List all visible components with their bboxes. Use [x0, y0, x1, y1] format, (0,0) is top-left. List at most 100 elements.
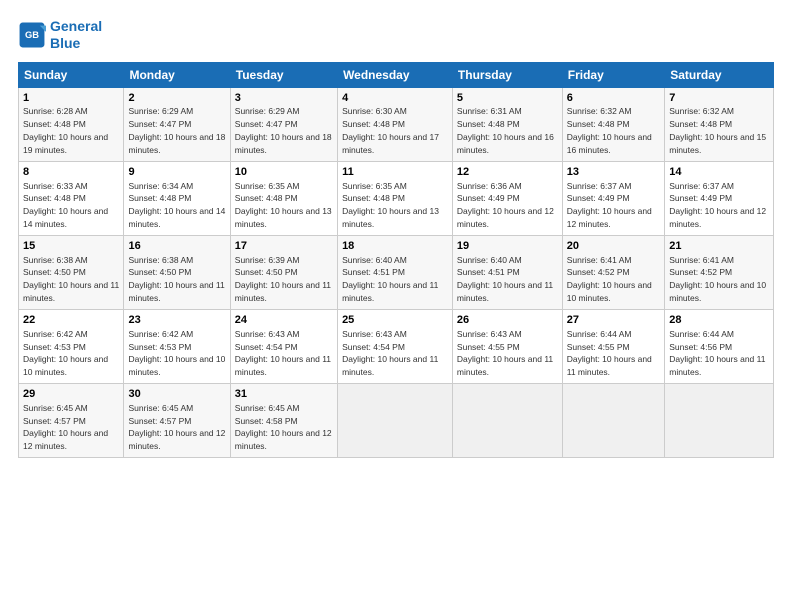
day-info: Sunrise: 6:35 AMSunset: 4:48 PMDaylight:…	[235, 181, 332, 229]
calendar-day-cell	[452, 383, 562, 457]
day-info: Sunrise: 6:41 AMSunset: 4:52 PMDaylight:…	[567, 255, 652, 303]
header: GB General Blue	[18, 18, 774, 52]
logo-icon: GB	[18, 21, 46, 49]
calendar-day-cell: 26Sunrise: 6:43 AMSunset: 4:55 PMDayligh…	[452, 309, 562, 383]
calendar-day-cell: 24Sunrise: 6:43 AMSunset: 4:54 PMDayligh…	[230, 309, 337, 383]
day-number: 11	[342, 165, 448, 180]
day-number: 18	[342, 239, 448, 254]
day-number: 17	[235, 239, 333, 254]
day-info: Sunrise: 6:39 AMSunset: 4:50 PMDaylight:…	[235, 255, 331, 303]
day-number: 30	[128, 387, 225, 402]
calendar-day-cell: 23Sunrise: 6:42 AMSunset: 4:53 PMDayligh…	[124, 309, 230, 383]
day-number: 1	[23, 91, 119, 106]
calendar-week-row: 8Sunrise: 6:33 AMSunset: 4:48 PMDaylight…	[19, 161, 774, 235]
calendar-day-cell	[338, 383, 453, 457]
calendar-day-header: Sunday	[19, 62, 124, 87]
calendar-week-row: 1Sunrise: 6:28 AMSunset: 4:48 PMDaylight…	[19, 87, 774, 161]
day-number: 4	[342, 91, 448, 106]
day-info: Sunrise: 6:42 AMSunset: 4:53 PMDaylight:…	[128, 329, 225, 377]
day-info: Sunrise: 6:40 AMSunset: 4:51 PMDaylight:…	[342, 255, 438, 303]
day-number: 24	[235, 313, 333, 328]
day-info: Sunrise: 6:29 AMSunset: 4:47 PMDaylight:…	[235, 106, 332, 154]
day-info: Sunrise: 6:38 AMSunset: 4:50 PMDaylight:…	[23, 255, 119, 303]
calendar-header-row: SundayMondayTuesdayWednesdayThursdayFrid…	[19, 62, 774, 87]
day-number: 3	[235, 91, 333, 106]
day-number: 12	[457, 165, 558, 180]
day-number: 6	[567, 91, 661, 106]
calendar-day-cell	[665, 383, 774, 457]
logo-text: General Blue	[50, 18, 102, 52]
calendar-day-cell	[562, 383, 665, 457]
day-info: Sunrise: 6:30 AMSunset: 4:48 PMDaylight:…	[342, 106, 439, 154]
day-number: 28	[669, 313, 769, 328]
calendar-day-header: Tuesday	[230, 62, 337, 87]
calendar-day-cell: 16Sunrise: 6:38 AMSunset: 4:50 PMDayligh…	[124, 235, 230, 309]
calendar-day-cell: 12Sunrise: 6:36 AMSunset: 4:49 PMDayligh…	[452, 161, 562, 235]
day-number: 15	[23, 239, 119, 254]
calendar-day-header: Wednesday	[338, 62, 453, 87]
calendar-day-cell: 19Sunrise: 6:40 AMSunset: 4:51 PMDayligh…	[452, 235, 562, 309]
day-info: Sunrise: 6:45 AMSunset: 4:57 PMDaylight:…	[128, 403, 225, 451]
day-info: Sunrise: 6:45 AMSunset: 4:57 PMDaylight:…	[23, 403, 108, 451]
calendar-week-row: 15Sunrise: 6:38 AMSunset: 4:50 PMDayligh…	[19, 235, 774, 309]
day-info: Sunrise: 6:45 AMSunset: 4:58 PMDaylight:…	[235, 403, 332, 451]
calendar-day-cell: 15Sunrise: 6:38 AMSunset: 4:50 PMDayligh…	[19, 235, 124, 309]
calendar-day-header: Saturday	[665, 62, 774, 87]
day-info: Sunrise: 6:28 AMSunset: 4:48 PMDaylight:…	[23, 106, 108, 154]
calendar-week-row: 29Sunrise: 6:45 AMSunset: 4:57 PMDayligh…	[19, 383, 774, 457]
day-number: 20	[567, 239, 661, 254]
day-info: Sunrise: 6:43 AMSunset: 4:55 PMDaylight:…	[457, 329, 553, 377]
day-info: Sunrise: 6:40 AMSunset: 4:51 PMDaylight:…	[457, 255, 553, 303]
calendar-day-cell: 17Sunrise: 6:39 AMSunset: 4:50 PMDayligh…	[230, 235, 337, 309]
day-number: 5	[457, 91, 558, 106]
calendar-day-cell: 25Sunrise: 6:43 AMSunset: 4:54 PMDayligh…	[338, 309, 453, 383]
day-number: 2	[128, 91, 225, 106]
calendar-day-header: Friday	[562, 62, 665, 87]
day-info: Sunrise: 6:42 AMSunset: 4:53 PMDaylight:…	[23, 329, 108, 377]
calendar-day-cell: 21Sunrise: 6:41 AMSunset: 4:52 PMDayligh…	[665, 235, 774, 309]
calendar-day-cell: 1Sunrise: 6:28 AMSunset: 4:48 PMDaylight…	[19, 87, 124, 161]
calendar-day-cell: 10Sunrise: 6:35 AMSunset: 4:48 PMDayligh…	[230, 161, 337, 235]
day-info: Sunrise: 6:29 AMSunset: 4:47 PMDaylight:…	[128, 106, 225, 154]
calendar-day-cell: 13Sunrise: 6:37 AMSunset: 4:49 PMDayligh…	[562, 161, 665, 235]
day-number: 8	[23, 165, 119, 180]
calendar-body: 1Sunrise: 6:28 AMSunset: 4:48 PMDaylight…	[19, 87, 774, 457]
day-number: 16	[128, 239, 225, 254]
day-info: Sunrise: 6:43 AMSunset: 4:54 PMDaylight:…	[342, 329, 438, 377]
calendar-table: SundayMondayTuesdayWednesdayThursdayFrid…	[18, 62, 774, 458]
day-number: 29	[23, 387, 119, 402]
calendar-day-cell: 27Sunrise: 6:44 AMSunset: 4:55 PMDayligh…	[562, 309, 665, 383]
day-number: 31	[235, 387, 333, 402]
day-info: Sunrise: 6:32 AMSunset: 4:48 PMDaylight:…	[567, 106, 652, 154]
calendar-day-cell: 2Sunrise: 6:29 AMSunset: 4:47 PMDaylight…	[124, 87, 230, 161]
day-number: 21	[669, 239, 769, 254]
calendar-day-cell: 22Sunrise: 6:42 AMSunset: 4:53 PMDayligh…	[19, 309, 124, 383]
day-number: 27	[567, 313, 661, 328]
calendar-day-cell: 14Sunrise: 6:37 AMSunset: 4:49 PMDayligh…	[665, 161, 774, 235]
day-number: 19	[457, 239, 558, 254]
day-info: Sunrise: 6:38 AMSunset: 4:50 PMDaylight:…	[128, 255, 224, 303]
calendar-day-cell: 18Sunrise: 6:40 AMSunset: 4:51 PMDayligh…	[338, 235, 453, 309]
day-number: 14	[669, 165, 769, 180]
calendar-day-cell: 20Sunrise: 6:41 AMSunset: 4:52 PMDayligh…	[562, 235, 665, 309]
day-number: 22	[23, 313, 119, 328]
calendar-day-header: Thursday	[452, 62, 562, 87]
day-info: Sunrise: 6:33 AMSunset: 4:48 PMDaylight:…	[23, 181, 108, 229]
calendar-day-cell: 29Sunrise: 6:45 AMSunset: 4:57 PMDayligh…	[19, 383, 124, 457]
day-info: Sunrise: 6:31 AMSunset: 4:48 PMDaylight:…	[457, 106, 554, 154]
day-number: 9	[128, 165, 225, 180]
day-info: Sunrise: 6:32 AMSunset: 4:48 PMDaylight:…	[669, 106, 766, 154]
day-number: 7	[669, 91, 769, 106]
day-info: Sunrise: 6:44 AMSunset: 4:56 PMDaylight:…	[669, 329, 765, 377]
day-info: Sunrise: 6:44 AMSunset: 4:55 PMDaylight:…	[567, 329, 652, 377]
logo: GB General Blue	[18, 18, 102, 52]
svg-text:GB: GB	[25, 30, 39, 40]
day-number: 10	[235, 165, 333, 180]
calendar-week-row: 22Sunrise: 6:42 AMSunset: 4:53 PMDayligh…	[19, 309, 774, 383]
day-number: 23	[128, 313, 225, 328]
day-info: Sunrise: 6:41 AMSunset: 4:52 PMDaylight:…	[669, 255, 766, 303]
day-number: 13	[567, 165, 661, 180]
calendar-day-cell: 5Sunrise: 6:31 AMSunset: 4:48 PMDaylight…	[452, 87, 562, 161]
calendar-day-cell: 4Sunrise: 6:30 AMSunset: 4:48 PMDaylight…	[338, 87, 453, 161]
day-info: Sunrise: 6:35 AMSunset: 4:48 PMDaylight:…	[342, 181, 439, 229]
